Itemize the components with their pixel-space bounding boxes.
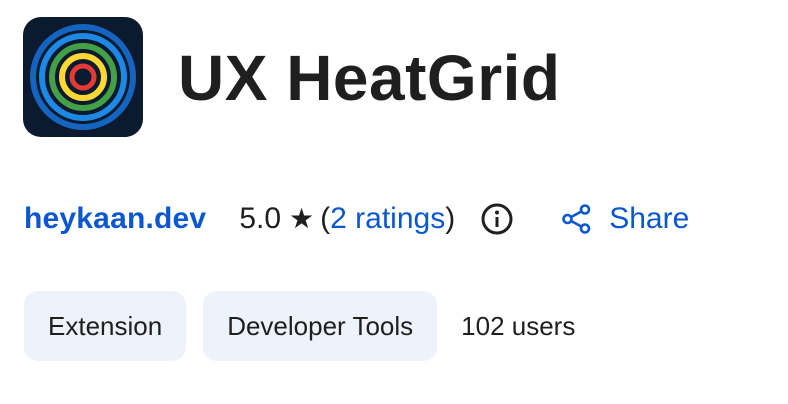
app-icon xyxy=(23,17,143,137)
share-label: Share xyxy=(609,202,690,235)
publisher-link[interactable]: heykaan.dev xyxy=(24,194,206,244)
concentric-rings-logo xyxy=(23,17,143,137)
meta-row: heykaan.dev 5.0 ★ ( 2 ratings ) Share xyxy=(24,194,689,244)
type-chip[interactable]: Extension xyxy=(24,291,187,361)
rating-value: 5.0 xyxy=(239,202,282,235)
ratings-close-paren: ) xyxy=(445,202,456,235)
ratings-count-link[interactable]: 2 ratings xyxy=(330,194,445,244)
users-count: 102 users xyxy=(461,310,576,341)
star-icon: ★ xyxy=(289,203,315,234)
share-icon xyxy=(559,202,593,236)
app-title: UX HeatGrid xyxy=(178,42,561,114)
share-button[interactable]: Share xyxy=(559,194,689,244)
chips-row: Extension Developer Tools 102 users xyxy=(24,291,575,361)
rating: 5.0 ★ ( 2 ratings ) xyxy=(239,194,455,244)
category-chip[interactable]: Developer Tools xyxy=(203,291,438,361)
info-icon xyxy=(481,203,513,235)
info-button[interactable] xyxy=(479,201,515,237)
ratings-open-paren: ( xyxy=(320,202,331,235)
